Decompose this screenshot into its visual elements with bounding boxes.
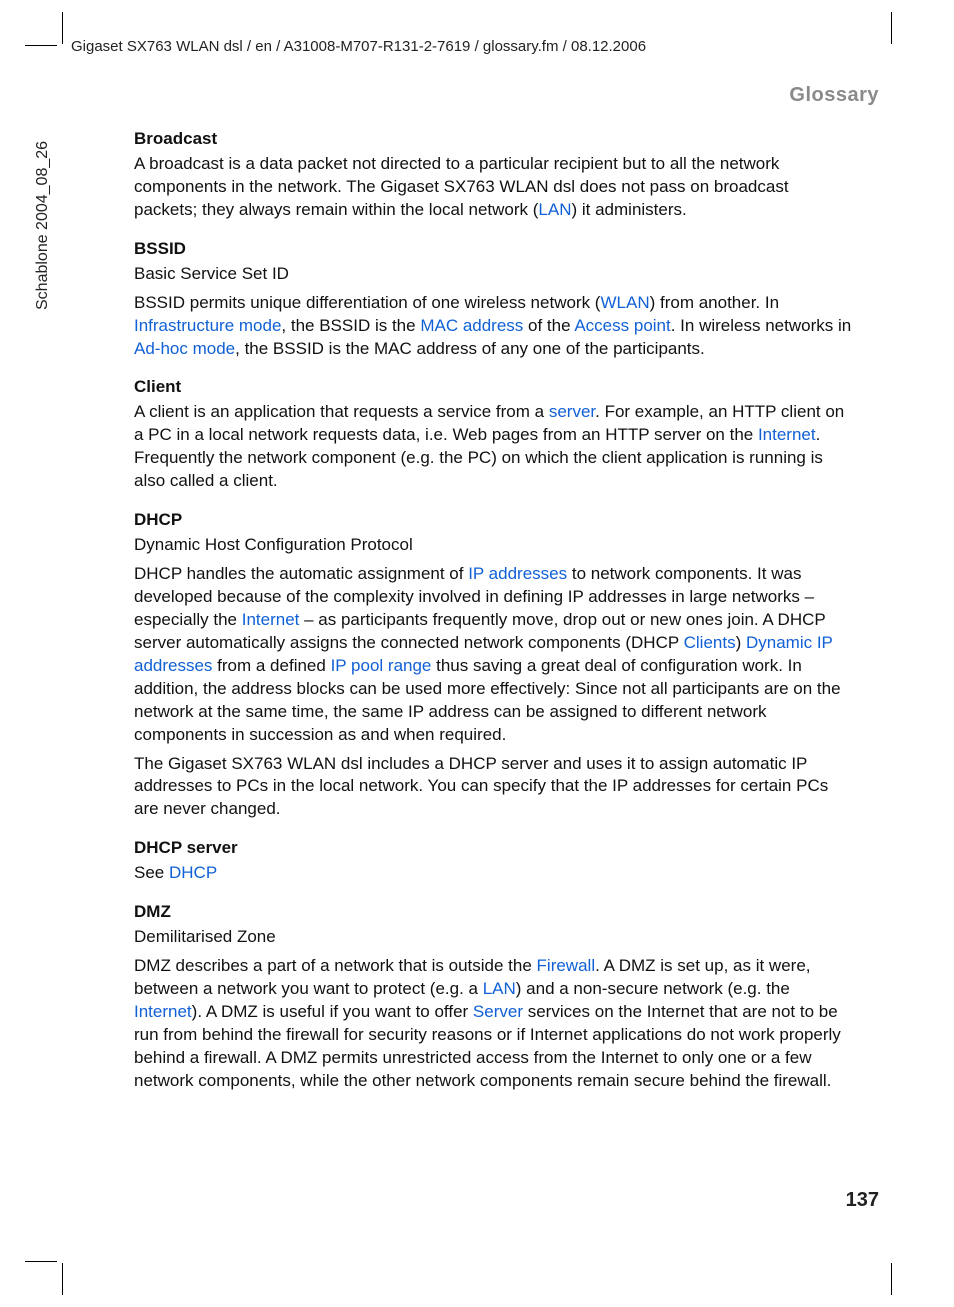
subheading: Demilitarised Zone bbox=[134, 926, 854, 949]
document-page: Gigaset SX763 WLAN dsl / en / A31008-M70… bbox=[0, 0, 954, 1307]
crop-mark bbox=[62, 1263, 63, 1295]
text: ) and a non-secure network (e.g. the bbox=[516, 979, 790, 998]
section-title: Glossary bbox=[789, 84, 879, 107]
link-infrastructure-mode[interactable]: Infrastructure mode bbox=[134, 316, 281, 335]
link-access-point[interactable]: Access point bbox=[574, 316, 670, 335]
definition-text: DMZ describes a part of a network that i… bbox=[134, 955, 854, 1093]
header-path: Gigaset SX763 WLAN dsl / en / A31008-M70… bbox=[71, 38, 646, 55]
link-server[interactable]: Server bbox=[473, 1002, 523, 1021]
term-dmz: DMZ bbox=[134, 901, 854, 924]
link-server[interactable]: server bbox=[549, 402, 595, 421]
definition-text: DHCP handles the automatic assignment of… bbox=[134, 563, 854, 747]
text: DHCP handles the automatic assignment of bbox=[134, 564, 468, 583]
link-wlan[interactable]: WLAN bbox=[600, 293, 649, 312]
text: . In wireless networks in bbox=[671, 316, 851, 335]
term-dhcp: DHCP bbox=[134, 509, 854, 532]
crop-mark bbox=[891, 12, 892, 44]
text: , the BSSID is the MAC address of any on… bbox=[235, 339, 705, 358]
glossary-content: Broadcast A broadcast is a data packet n… bbox=[134, 128, 854, 1099]
link-dhcp[interactable]: DHCP bbox=[169, 863, 217, 882]
text: A broadcast is a data packet not directe… bbox=[134, 154, 789, 219]
text: DMZ describes a part of a network that i… bbox=[134, 956, 537, 975]
text: ) it administers. bbox=[571, 200, 686, 219]
crop-mark bbox=[25, 45, 57, 46]
link-clients[interactable]: Clients bbox=[684, 633, 736, 652]
link-ad-hoc-mode[interactable]: Ad-hoc mode bbox=[134, 339, 235, 358]
link-ip-pool-range[interactable]: IP pool range bbox=[331, 656, 432, 675]
definition-text: See DHCP bbox=[134, 862, 854, 885]
link-internet[interactable]: Internet bbox=[242, 610, 300, 629]
link-internet[interactable]: Internet bbox=[134, 1002, 192, 1021]
subheading: Basic Service Set ID bbox=[134, 263, 854, 286]
text: ) from another. In bbox=[650, 293, 779, 312]
term-bssid: BSSID bbox=[134, 238, 854, 261]
link-mac-address[interactable]: MAC address bbox=[420, 316, 523, 335]
crop-mark bbox=[25, 1261, 57, 1262]
link-lan[interactable]: LAN bbox=[538, 200, 571, 219]
link-firewall[interactable]: Firewall bbox=[537, 956, 596, 975]
text: ). A DMZ is useful if you want to offer bbox=[192, 1002, 473, 1021]
definition-text: BSSID permits unique differentiation of … bbox=[134, 292, 854, 361]
page-number: 137 bbox=[846, 1189, 879, 1212]
text: A client is an application that requests… bbox=[134, 402, 549, 421]
text: BSSID permits unique differentiation of … bbox=[134, 293, 600, 312]
term-dhcp-server: DHCP server bbox=[134, 837, 854, 860]
definition-text: The Gigaset SX763 WLAN dsl includes a DH… bbox=[134, 753, 854, 822]
text: ) bbox=[736, 633, 746, 652]
definition-text: A client is an application that requests… bbox=[134, 401, 854, 493]
term-client: Client bbox=[134, 376, 854, 399]
link-ip-addresses[interactable]: IP addresses bbox=[468, 564, 567, 583]
link-internet[interactable]: Internet bbox=[758, 425, 816, 444]
text: See bbox=[134, 863, 169, 882]
template-stamp: Schablone 2004_08_26 bbox=[34, 141, 52, 310]
crop-mark bbox=[62, 12, 63, 44]
text: from a defined bbox=[212, 656, 330, 675]
crop-mark bbox=[891, 1263, 892, 1295]
link-lan[interactable]: LAN bbox=[483, 979, 516, 998]
text: , the BSSID is the bbox=[281, 316, 420, 335]
definition-text: A broadcast is a data packet not directe… bbox=[134, 153, 854, 222]
text: of the bbox=[523, 316, 574, 335]
subheading: Dynamic Host Configuration Protocol bbox=[134, 534, 854, 557]
term-broadcast: Broadcast bbox=[134, 128, 854, 151]
